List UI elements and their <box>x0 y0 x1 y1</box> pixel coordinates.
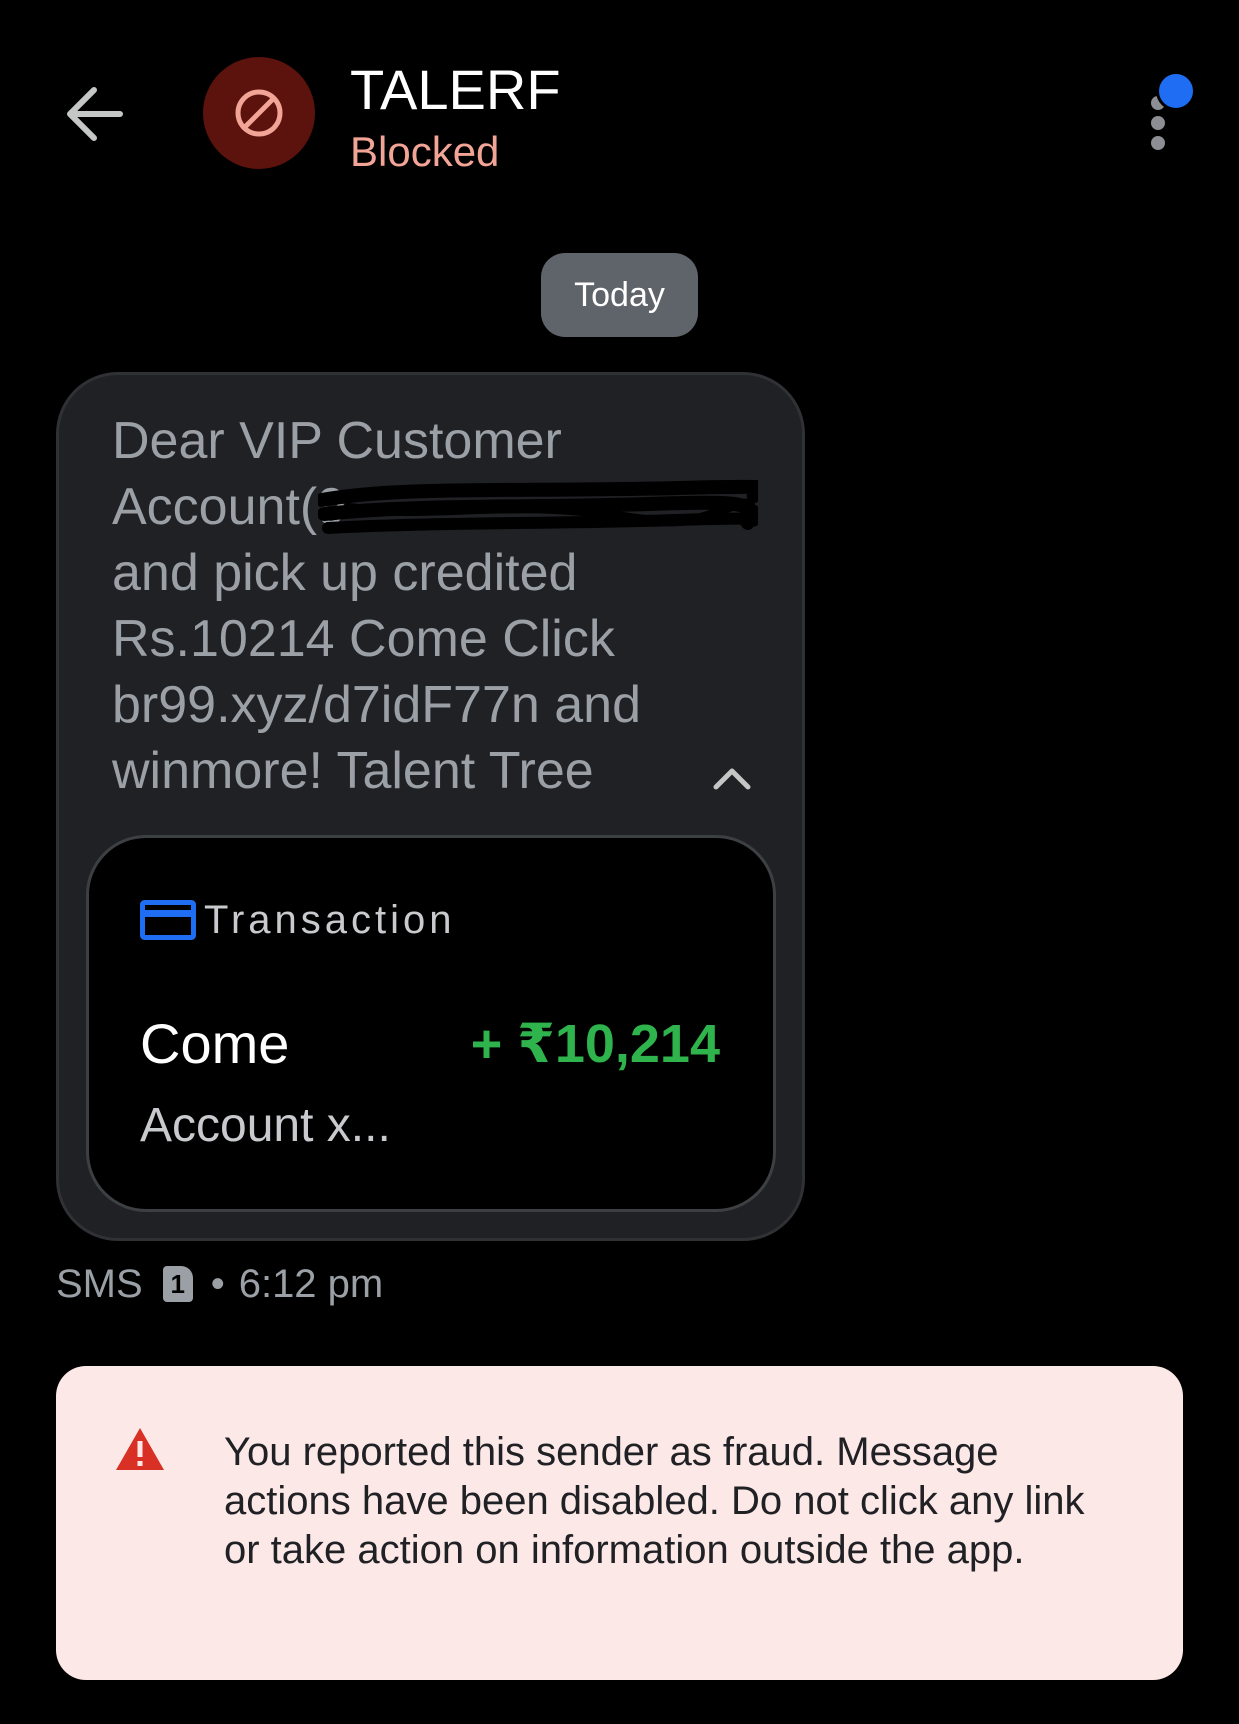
sim-card-icon: 1 <box>162 1266 193 1302</box>
message-meta: SMS 1 • 6:12 pm <box>56 1260 383 1308</box>
transaction-name: Come <box>140 1012 290 1075</box>
contact-name[interactable]: TALERF <box>350 58 561 122</box>
chevron-up-icon <box>713 768 751 790</box>
back-button[interactable] <box>58 78 130 150</box>
message-text: Dear VIP Customer Account(9 and pick up … <box>112 412 642 800</box>
redaction-scribble <box>318 479 758 534</box>
more-options-button[interactable] <box>1130 66 1200 150</box>
warning-icon <box>116 1428 164 1470</box>
warning-text: You reported this sender as fraud. Messa… <box>224 1430 1085 1572</box>
conversation-screen: TALERF Blocked Today Dear VIP Customer A… <box>0 0 1239 1724</box>
blocked-status: Blocked <box>350 128 500 175</box>
date-divider: Today <box>541 253 698 337</box>
transaction-account: Account x... <box>140 1099 391 1152</box>
meta-separator: • <box>210 1261 225 1306</box>
more-vertical-icon-dot <box>1151 116 1165 130</box>
notification-badge <box>1156 71 1196 111</box>
transaction-amount: + ₹10,214 <box>470 1014 720 1074</box>
message-type: SMS <box>56 1261 143 1306</box>
blocked-icon <box>235 89 283 137</box>
transaction-label: Transaction <box>204 898 456 942</box>
arrow-left-icon <box>67 87 123 141</box>
avatar[interactable] <box>203 57 315 169</box>
more-vertical-icon-dot <box>1151 136 1165 150</box>
credit-card-icon <box>140 900 196 940</box>
collapse-button[interactable] <box>710 756 754 800</box>
message-time: 6:12 pm <box>238 1261 384 1306</box>
